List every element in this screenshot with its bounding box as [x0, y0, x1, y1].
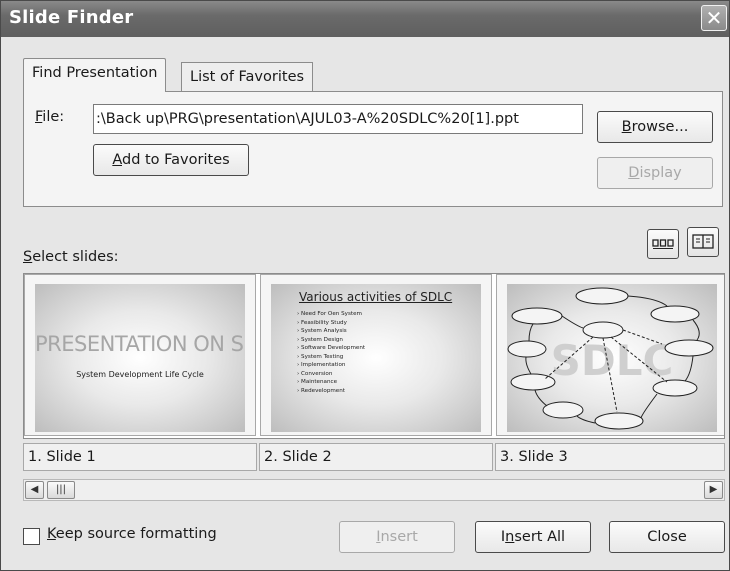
slide-2-bullet: › System Design — [297, 336, 343, 343]
scroll-thumb[interactable]: ||| — [47, 481, 75, 499]
file-label: File: — [35, 109, 65, 125]
slide-2-bullet: › System Analysis — [297, 328, 347, 334]
slide-2-bullet: › Software Development — [297, 345, 366, 351]
icon-view-icon[interactable] — [647, 229, 679, 259]
window-title: Slide Finder — [9, 7, 134, 28]
scroll-left-icon[interactable]: ◀ — [25, 481, 44, 499]
slide-captions: 1. Slide 1 2. Slide 2 3. Slide 3 — [23, 443, 725, 473]
list-view-icon[interactable] — [687, 227, 719, 257]
scroll-right-icon[interactable]: ▶ — [704, 481, 723, 499]
slide-2-preview: Various activities of SDLC › Need For Oe… — [271, 284, 481, 432]
slide-2-bullet-list: › Need For Oen System › Feasibility Stud… — [297, 310, 365, 395]
add-to-favorites-button[interactable]: Add to Favorites — [93, 144, 249, 176]
keep-formatting-label[interactable]: Keep source formatting — [47, 526, 217, 542]
slide-caption-3[interactable]: 3. Slide 3 — [495, 443, 725, 471]
close-icon[interactable]: ✕ — [701, 5, 727, 31]
slide-2-bullet: › Conversion — [297, 370, 333, 377]
horizontal-scrollbar[interactable]: ◀ ||| ▶ — [23, 479, 725, 501]
slide-2-bullet: › Maintenance — [297, 379, 338, 385]
slide-thumbnail-2[interactable]: Various activities of SDLC › Need For Oe… — [260, 274, 492, 436]
slide-3-preview: SDLC — [507, 284, 717, 432]
keep-formatting-checkbox[interactable] — [23, 528, 40, 545]
slide-2-bullet: › Need For Oen System — [297, 311, 362, 317]
file-path-value: :\Back up\PRG\presentation\AJUL03-A%20SD… — [96, 111, 519, 127]
close-button[interactable]: Close — [609, 521, 725, 553]
title-bar[interactable]: Slide Finder ✕ — [1, 1, 729, 37]
slide-2-bullet: › Implementation — [297, 362, 346, 368]
slide-2-bullet: › Feasibility Study — [297, 319, 347, 326]
slides-area: PRESENTATION ON SDLC System Development … — [23, 273, 725, 439]
tab-list-of-favorites[interactable]: List of Favorites — [181, 62, 314, 92]
insert-all-button[interactable]: Insert All — [475, 521, 591, 553]
slide-2-bullet: › Redevelopment — [297, 387, 345, 394]
slide-2-title: Various activities of SDLC — [299, 290, 453, 304]
sdlc-cycle-diagram — [507, 287, 714, 430]
slide-thumbnail-1[interactable]: PRESENTATION ON SDLC System Development … — [24, 274, 256, 436]
slide-1-preview: PRESENTATION ON SDLC System Development … — [35, 284, 245, 432]
slide-thumbnail-3[interactable]: SDLC — [496, 274, 724, 436]
slide-finder-dialog: Slide Finder ✕ Find Presentation List of… — [0, 0, 730, 571]
slide-1-subtitle: System Development Life Cycle — [76, 370, 204, 379]
slide-caption-1[interactable]: 1. Slide 1 — [23, 443, 257, 471]
display-button[interactable]: Display — [597, 157, 713, 189]
tab-find-presentation[interactable]: Find Presentation — [23, 58, 167, 92]
insert-button[interactable]: Insert — [339, 521, 455, 553]
select-slides-label: Select slides: — [23, 249, 119, 265]
slide-1-title: PRESENTATION ON SDLC — [35, 332, 245, 356]
browse-button[interactable]: Browse... — [597, 111, 713, 143]
slide-caption-2[interactable]: 2. Slide 2 — [259, 443, 493, 471]
file-path-input[interactable]: :\Back up\PRG\presentation\AJUL03-A%20SD… — [93, 104, 583, 134]
slide-2-bullet: › System Testing — [297, 353, 344, 360]
